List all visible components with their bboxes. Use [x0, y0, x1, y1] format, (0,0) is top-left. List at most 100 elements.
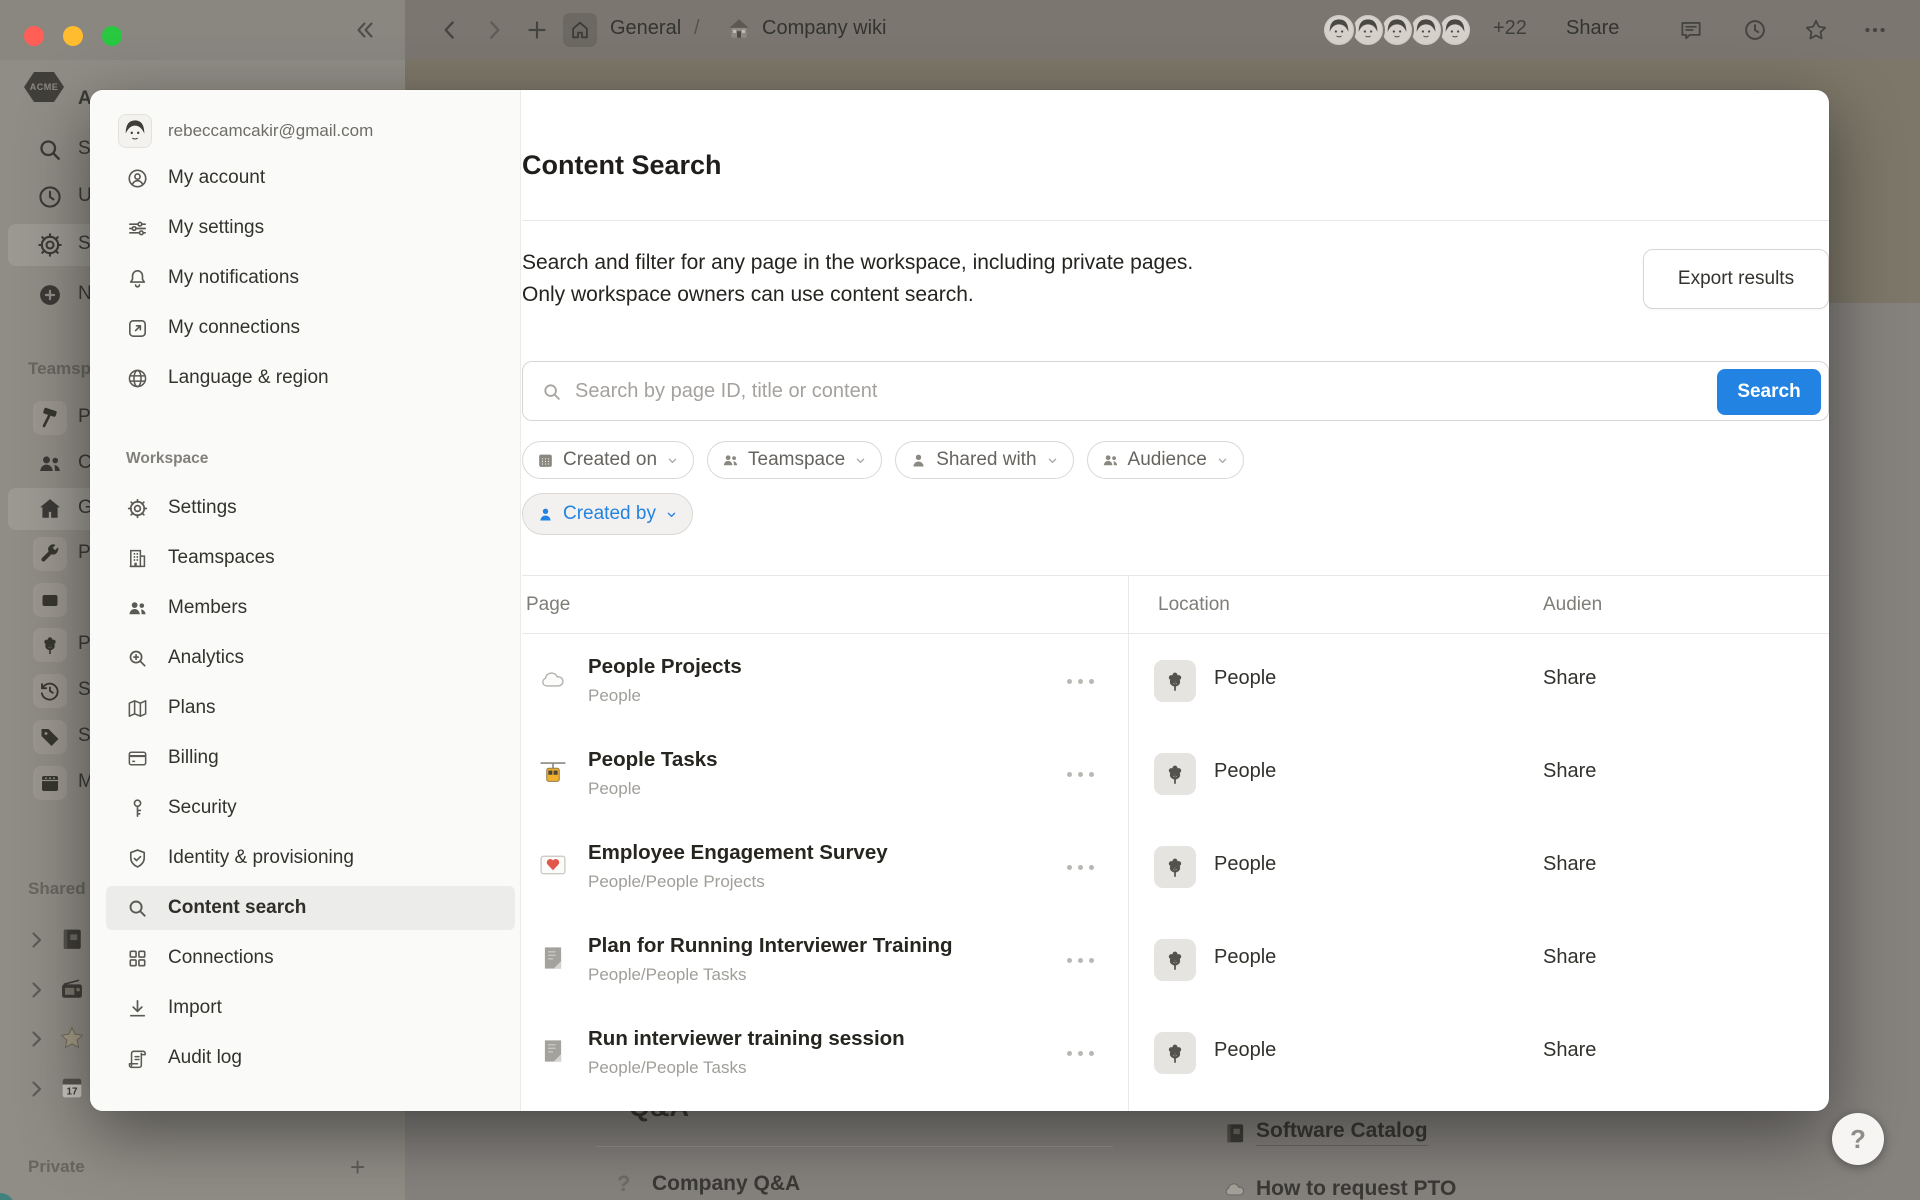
- bg-link-how-to-pto[interactable]: How to request PTO: [1256, 1177, 1456, 1200]
- filter-chip-shared-with[interactable]: Shared with: [895, 441, 1073, 479]
- workspace-section-header: Workspace: [126, 450, 208, 468]
- bg-link-software-catalog[interactable]: Software Catalog: [1256, 1119, 1428, 1146]
- bell-icon: [126, 267, 149, 290]
- bg-link-company-qa[interactable]: Company Q&A: [652, 1172, 800, 1196]
- chevron-down-icon: [853, 453, 868, 468]
- close-window-button[interactable]: [24, 26, 44, 46]
- table-row[interactable]: Plan for Running Interviewer Training Peo…: [522, 913, 1829, 1006]
- back-icon[interactable]: [437, 17, 463, 43]
- settings-nav-my-notifications[interactable]: My notifications: [106, 256, 515, 300]
- search-input[interactable]: [575, 363, 1397, 419]
- settings-nav-my-account[interactable]: My account: [106, 156, 515, 200]
- settings-nav-teamspaces[interactable]: Teamspaces: [106, 536, 515, 580]
- row-menu-icon[interactable]: [1060, 672, 1100, 690]
- filter-chip-teamspace[interactable]: Teamspace: [707, 441, 882, 479]
- settings-nav-my-settings[interactable]: My settings: [106, 206, 515, 250]
- breadcrumb-page[interactable]: Company wiki: [762, 17, 886, 40]
- table-row[interactable]: People Projects People People Share: [522, 634, 1829, 727]
- viewer-avatar[interactable]: [1438, 13, 1472, 47]
- page-title-cell[interactable]: Employee Engagement Survey: [588, 841, 888, 865]
- settings-nav-label: Connections: [168, 947, 274, 969]
- workspace-logo[interactable]: ACME: [24, 72, 64, 102]
- row-menu-icon[interactable]: [1060, 951, 1100, 969]
- updates-clock-icon[interactable]: [1742, 17, 1768, 43]
- zoom-window-button[interactable]: [102, 26, 122, 46]
- add-private-page-button[interactable]: +: [350, 1152, 365, 1183]
- table-row[interactable]: Run interviewer training sessionPeople/P…: [522, 1006, 1829, 1099]
- forward-icon[interactable]: [481, 17, 507, 43]
- settings-nav-language-region[interactable]: Language & region: [106, 356, 515, 400]
- viewer-avatar[interactable]: [1351, 13, 1385, 47]
- filter-chip-audience[interactable]: Audience: [1087, 441, 1244, 479]
- viewer-avatar[interactable]: [1409, 13, 1443, 47]
- share-button[interactable]: Share: [1566, 17, 1619, 40]
- viewer-avatar[interactable]: [1380, 13, 1414, 47]
- help-button[interactable]: ?: [1832, 1113, 1884, 1165]
- search-icon: [541, 381, 563, 403]
- breadcrumb-root[interactable]: General: [610, 17, 681, 40]
- row-menu-icon[interactable]: [1060, 858, 1100, 876]
- avatar-overflow-count[interactable]: +22: [1493, 17, 1527, 40]
- page-title-cell[interactable]: Plan for Running Interviewer Training: [588, 934, 953, 958]
- settings-nav-identity-provisioning[interactable]: Identity & provisioning: [106, 836, 515, 880]
- chevron-right-icon[interactable]: [24, 1027, 48, 1051]
- settings-nav-settings[interactable]: Settings: [106, 486, 515, 530]
- settings-nav-import[interactable]: Import: [106, 986, 515, 1030]
- active-filter-row: Created by: [522, 493, 693, 535]
- settings-nav-audit-log[interactable]: Audit log: [106, 1036, 515, 1080]
- settings-main: Content Search Search and filter for any…: [522, 90, 1829, 1111]
- love-page-icon: [538, 850, 568, 880]
- settings-nav-security[interactable]: Security: [106, 786, 515, 830]
- settings-nav-connections[interactable]: Connections: [106, 936, 515, 980]
- location-cell: People: [1214, 667, 1276, 690]
- grid-icon: [126, 947, 149, 970]
- filter-chip-label: Teamspace: [748, 449, 845, 471]
- page-title-cell[interactable]: People Projects: [588, 655, 742, 679]
- teamspace-flower-icon: [1154, 1032, 1196, 1074]
- more-options-icon[interactable]: [1862, 17, 1888, 43]
- chevron-right-icon[interactable]: [24, 978, 48, 1002]
- export-results-button[interactable]: Export results: [1643, 249, 1829, 309]
- table-header: Page Location Audien: [522, 576, 1829, 634]
- settings-nav-label: My account: [168, 167, 265, 189]
- settings-nav-content-search[interactable]: Content search: [106, 886, 515, 930]
- breadcrumb-separator: /: [694, 17, 700, 40]
- book-icon: [1222, 1120, 1248, 1146]
- people-icon: [721, 451, 740, 470]
- settings-nav-label: Content search: [168, 897, 306, 919]
- table-row[interactable]: People TasksPeoplePeopleShare: [522, 727, 1829, 820]
- history-icon: [33, 674, 67, 708]
- filter-chip-created-by[interactable]: Created by: [522, 493, 693, 535]
- page-path: People: [588, 686, 641, 706]
- comments-icon[interactable]: [1678, 17, 1704, 43]
- new-tab-icon[interactable]: [524, 17, 550, 43]
- audience-cell: Share: [1543, 667, 1596, 690]
- filter-chip-created-on[interactable]: Created on: [522, 441, 694, 479]
- collapse-sidebar-icon[interactable]: [352, 17, 378, 43]
- key-icon: [126, 797, 149, 820]
- page-title-cell[interactable]: People Tasks: [588, 748, 718, 772]
- search-button[interactable]: Search: [1717, 369, 1821, 415]
- location-cell: People: [1214, 946, 1276, 969]
- page-title-cell[interactable]: Run interviewer training session: [588, 1027, 905, 1051]
- settings-nav-analytics[interactable]: Analytics: [106, 636, 515, 680]
- row-menu-icon[interactable]: [1060, 1044, 1100, 1062]
- settings-nav-members[interactable]: Members: [106, 586, 515, 630]
- gear-icon: [36, 231, 64, 259]
- settings-nav-billing[interactable]: Billing: [106, 736, 515, 780]
- chevron-right-icon[interactable]: [24, 1077, 48, 1101]
- teamspace-home-icon[interactable]: [563, 13, 597, 47]
- table-row[interactable]: Employee Engagement SurveyPeople/People …: [522, 820, 1829, 913]
- settings-nav-my-connections[interactable]: My connections: [106, 306, 515, 350]
- teamspace-flower-icon: [1154, 753, 1196, 795]
- favorite-star-icon[interactable]: [1803, 17, 1829, 43]
- page-path: People/People Tasks: [588, 965, 746, 985]
- hammer-icon: [33, 401, 67, 435]
- row-menu-icon[interactable]: [1060, 765, 1100, 783]
- settings-nav-label: Analytics: [168, 647, 244, 669]
- minimize-window-button[interactable]: [63, 26, 83, 46]
- viewer-avatar[interactable]: [1322, 13, 1356, 47]
- settings-modal: rebeccamcakir@gmail.com Workspace My acc…: [90, 90, 1829, 1111]
- settings-nav-plans[interactable]: Plans: [106, 686, 515, 730]
- chevron-right-icon[interactable]: [24, 928, 48, 952]
